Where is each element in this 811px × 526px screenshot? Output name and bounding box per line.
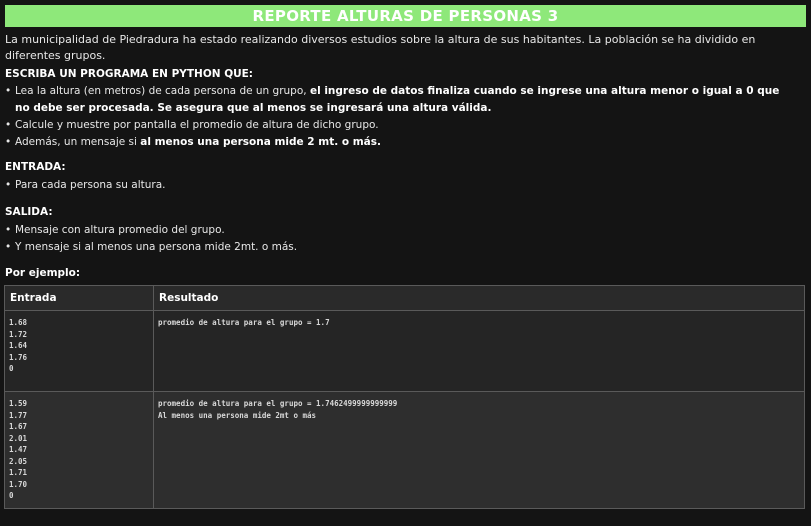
program-item: Lea la altura (en metros) de cada person… [5,83,795,117]
intro-paragraph: La municipalidad de Piedradura ha estado… [5,33,756,62]
program-list: Lea la altura (en metros) de cada person… [5,83,795,151]
header-resultado: Resultado [153,285,805,311]
header-entrada: Entrada [4,285,154,311]
title-bar: REPORTE ALTURAS DE PERSONAS 3 [5,5,806,27]
example-table: Entrada Resultado 1.68 1.72 1.64 1.76 0 … [4,285,805,509]
program-item: Calcule y muestre por pantalla el promed… [5,117,795,134]
program-item: Además, un mensaje si al menos una perso… [5,134,795,151]
example-heading: Por ejemplo: [5,267,81,279]
program-heading: ESCRIBA UN PROGRAMA EN PYTHON QUE: [5,68,254,80]
entrada-cell: 1.59 1.77 1.67 2.01 1.47 2.05 1.71 1.70 … [4,391,154,509]
salida-list: Mensaje con altura promedio del grupo. Y… [5,222,297,256]
entrada-heading: ENTRADA: [5,161,66,173]
entrada-list: Para cada persona su altura. [5,177,165,194]
page-title: REPORTE ALTURAS DE PERSONAS 3 [252,7,559,25]
salida-item: Y mensaje si al menos una persona mide 2… [5,239,297,256]
resultado-cell: promedio de altura para el grupo = 1.7 [153,310,805,392]
entrada-cell: 1.68 1.72 1.64 1.76 0 [4,310,154,392]
salida-heading: SALIDA: [5,206,53,218]
resultado-cell: promedio de altura para el grupo = 1.746… [153,391,805,509]
salida-item: Mensaje con altura promedio del grupo. [5,222,297,239]
table-row: 1.68 1.72 1.64 1.76 0 promedio de altura… [4,310,805,392]
entrada-item: Para cada persona su altura. [5,177,165,194]
table-row: 1.59 1.77 1.67 2.01 1.47 2.05 1.71 1.70 … [4,391,805,509]
